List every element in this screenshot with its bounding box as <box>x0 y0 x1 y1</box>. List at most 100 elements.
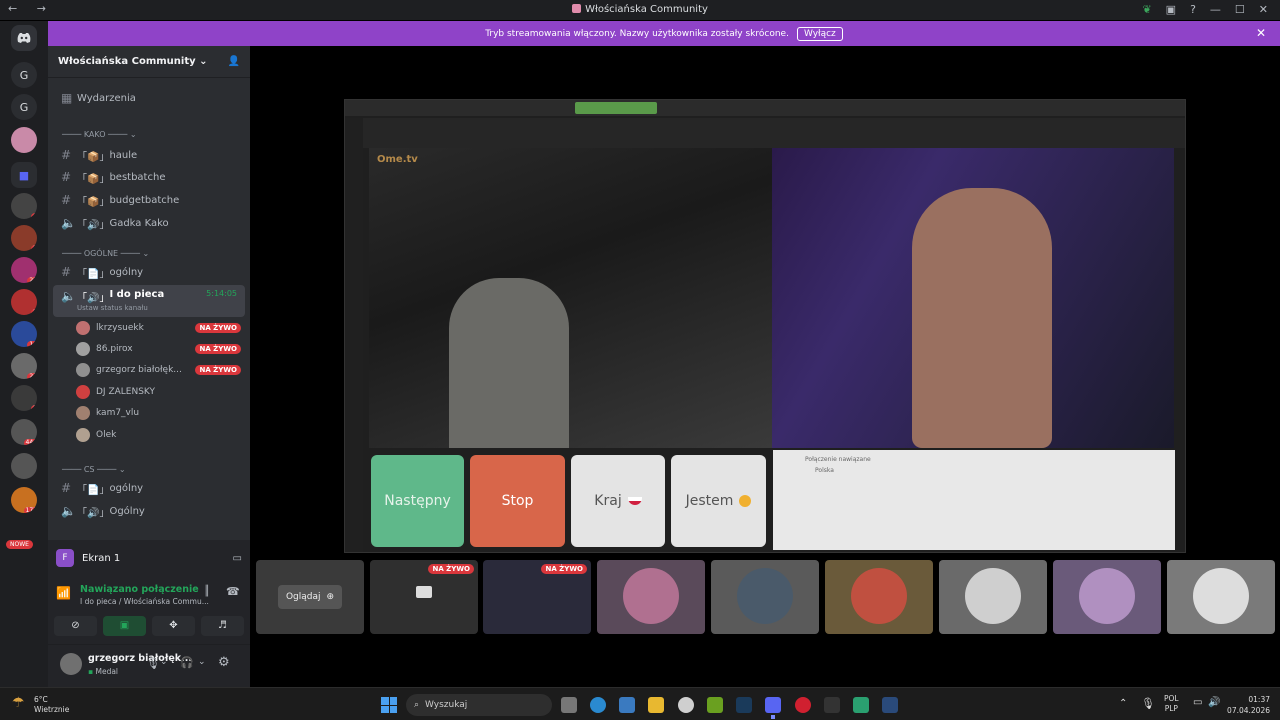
nvidia-icon[interactable] <box>707 697 723 713</box>
watch-button[interactable]: Oglądaj ⊕ <box>278 585 342 609</box>
participant-tile[interactable] <box>597 560 705 634</box>
country-button[interactable]: Kraj <box>571 455 665 547</box>
channel-ogolny[interactable]: # 「📄」 ogólny <box>53 262 245 282</box>
connection-status[interactable]: Nawiązano połączenie <box>80 584 199 595</box>
stream-view[interactable]: Ome.tv Następny Stop Kraj Jestem Połącze… <box>344 99 1186 553</box>
edge-icon[interactable] <box>590 697 606 713</box>
notepad-icon[interactable] <box>619 697 635 713</box>
search-box[interactable]: ⌕ Wyszukaj <box>406 694 552 716</box>
events-item[interactable]: ▦ Wydarzenia <box>53 88 245 108</box>
close-banner-icon[interactable]: ✕ <box>1256 26 1266 40</box>
server-icon[interactable]: 6 <box>11 193 37 219</box>
opera-icon[interactable] <box>795 697 811 713</box>
app-icon[interactable] <box>853 697 869 713</box>
next-button[interactable]: Następny <box>371 455 464 547</box>
stop-button[interactable]: Stop <box>470 455 565 547</box>
server-icon[interactable]: 446 <box>11 419 37 445</box>
mic-icon[interactable]: 🎙 <box>146 657 160 670</box>
server-icon[interactable]: 2 <box>11 225 37 251</box>
disable-streamer-button[interactable]: Wyłącz <box>796 26 843 41</box>
minimize-icon[interactable]: — <box>1210 3 1221 16</box>
language-indicator[interactable]: POL PLP <box>1164 694 1179 714</box>
watch-tile[interactable]: Oglądaj ⊕ <box>256 560 364 634</box>
participant-tile[interactable] <box>1053 560 1161 634</box>
task-view-icon[interactable] <box>561 697 577 713</box>
weather-icon: ☂ <box>12 695 25 711</box>
channel-i-do-pieca[interactable]: 🔈 「🔊」 I do pieca 5:14:05 Ustaw status kana… <box>53 285 245 317</box>
server-icon[interactable]: 16 <box>11 321 37 347</box>
server-icon[interactable]: 5 <box>11 289 37 315</box>
server-icon[interactable] <box>11 453 37 479</box>
server-header[interactable]: Włościańska Community ⌄ 👤 <box>48 46 250 78</box>
app-icon[interactable] <box>824 697 840 713</box>
user-avatar[interactable] <box>60 653 82 675</box>
steam-icon[interactable] <box>736 697 752 713</box>
channel-gadka-kako[interactable]: 🔈 「🔊」 Gadka Kako <box>53 213 245 233</box>
voice-user[interactable]: DJ ZALENSKY <box>76 383 241 401</box>
voice-user[interactable]: grzegorz białołęk... NA ŻYWO <box>76 361 241 379</box>
chatgpt-icon[interactable] <box>678 697 694 713</box>
discord-taskbar-icon[interactable] <box>765 697 781 713</box>
headphones-icon[interactable]: 🎧 <box>180 656 194 669</box>
inbox-icon[interactable]: ▣ <box>1166 3 1176 16</box>
new-badge[interactable]: NOWE <box>6 540 33 549</box>
channel-budgetbatche[interactable]: # 「📦」 budgetbatche <box>53 190 245 210</box>
live-badge: NA ŻYWO <box>428 564 474 574</box>
gender-button[interactable]: Jestem <box>671 455 766 547</box>
voice-user[interactable]: Olek <box>76 426 241 444</box>
server-icon[interactable]: 25 <box>11 257 37 283</box>
voice-user[interactable]: lkrzysuekk NA ŻYWO <box>76 319 241 337</box>
category-cs[interactable]: ──── CS ──── ⌄ <box>62 465 126 474</box>
server-g-1[interactable]: G <box>11 62 37 88</box>
soundwave-icon[interactable]: ║ <box>204 586 210 597</box>
server-icon[interactable]: 23 <box>11 353 37 379</box>
help-icon[interactable]: ? <box>1190 3 1196 16</box>
network-icon[interactable]: ▭ <box>1193 697 1202 708</box>
user-name[interactable]: grzegorz białołęk... <box>88 653 192 664</box>
start-button[interactable] <box>381 697 397 713</box>
stream-tile[interactable]: NA ŻYWO <box>483 560 591 634</box>
leaf-icon[interactable]: ❦ <box>1142 3 1151 16</box>
clock[interactable]: 01:37 07.04.2026 <box>1226 694 1270 716</box>
server-g-2[interactable]: G <box>11 94 37 120</box>
add-user-icon[interactable]: 👤 <box>228 56 240 67</box>
camera-off-button[interactable]: ⊘ <box>54 616 97 636</box>
settings-icon[interactable]: ⚙ <box>218 655 230 670</box>
steam-icon[interactable] <box>882 697 898 713</box>
channel-cs-ogolny[interactable]: # 「📄」 ogólny <box>53 478 245 498</box>
chevron-down-icon[interactable]: ⌄ <box>160 657 168 667</box>
channel-cs-voice[interactable]: 🔈 「🔊」 Ogólny <box>53 501 245 521</box>
soundboard-button[interactable]: ♬ <box>201 616 244 636</box>
server-folder-icon[interactable]: ■ <box>11 162 37 188</box>
channel-bestbatche[interactable]: # 「📦」 bestbatche <box>53 167 245 187</box>
category-kako[interactable]: ──── KAKO ──── ⌄ <box>62 130 137 139</box>
participant-tile[interactable] <box>711 560 819 634</box>
disconnect-icon[interactable]: ☎ <box>226 585 240 598</box>
server-icon[interactable]: 2 <box>11 385 37 411</box>
maximize-icon[interactable]: ☐ <box>1235 3 1245 16</box>
voice-user[interactable]: 86.pirox NA ŻYWO <box>76 340 241 358</box>
category-ogolne[interactable]: ──── OGÓLNE ──── ⌄ <box>62 249 149 258</box>
participant-tile[interactable] <box>939 560 1047 634</box>
server-icon[interactable]: 177 <box>11 487 37 513</box>
channel-haule[interactable]: # 「📦」 haule <box>53 145 245 165</box>
file-explorer-icon[interactable] <box>648 697 664 713</box>
screen-share-icon[interactable]: ▭ <box>233 553 242 564</box>
mic-tray-icon[interactable]: 🎙 <box>1141 697 1155 710</box>
channel-status-hint[interactable]: Ustaw status kanału <box>77 304 148 312</box>
chevron-down-icon[interactable]: ⌄ <box>198 657 206 667</box>
close-icon[interactable]: ✕ <box>1259 3 1268 16</box>
screen-share-row[interactable]: F Ekran 1 ▭ <box>56 547 242 569</box>
voice-user[interactable]: kam7_vlu <box>76 404 241 422</box>
participant-tile[interactable] <box>1167 560 1275 634</box>
stream-tile[interactable]: NA ŻYWO <box>370 560 478 634</box>
screen-share-button[interactable]: ▣ <box>103 616 146 636</box>
chat-country-line: Polska <box>815 467 834 474</box>
connection-detail[interactable]: I do pieca / Włościańska Commu... <box>80 597 209 606</box>
chevron-up-icon[interactable]: ⌃ <box>1119 698 1127 709</box>
server-icon[interactable] <box>11 127 37 153</box>
activities-button[interactable]: ✥ <box>152 616 195 636</box>
volume-icon[interactable]: 🔊 <box>1208 697 1220 708</box>
discord-home-icon[interactable] <box>11 25 37 51</box>
participant-tile[interactable] <box>825 560 933 634</box>
